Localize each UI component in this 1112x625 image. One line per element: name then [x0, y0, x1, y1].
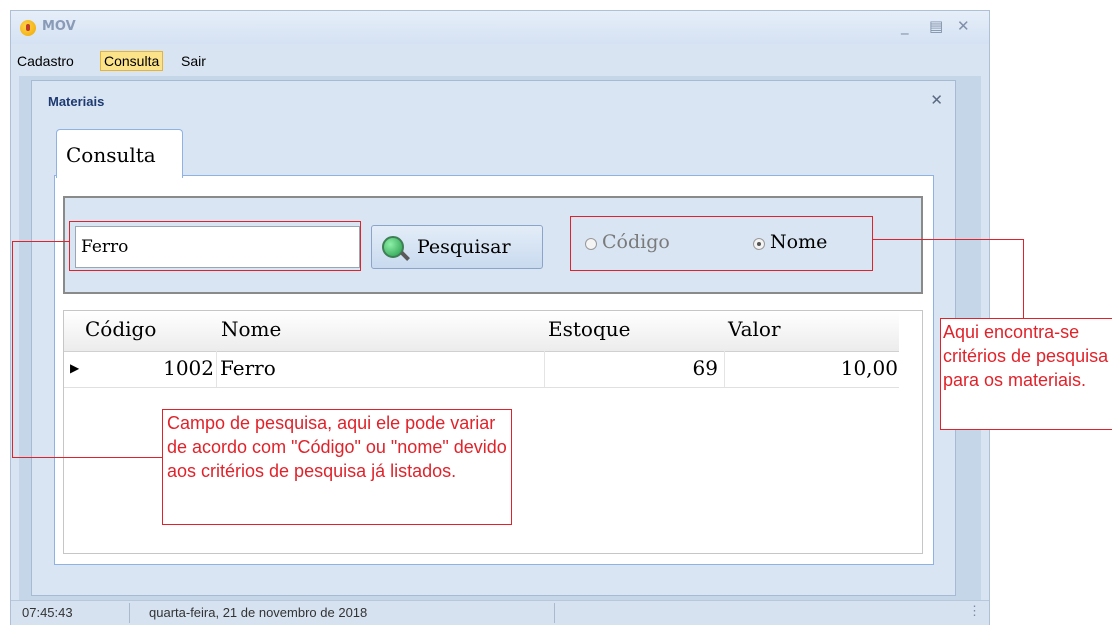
grid-divider [724, 351, 725, 387]
col-header-nome[interactable]: Nome [221, 317, 281, 341]
annotation-connector [873, 239, 1024, 240]
cell-estoque[interactable]: 69 [548, 356, 718, 380]
menu-sair[interactable]: Sair [178, 51, 209, 71]
annotation-highlight-search [69, 221, 361, 271]
search-button-label: Pesquisar [417, 236, 511, 258]
app-title: MOV [42, 19, 76, 34]
col-header-codigo[interactable]: Código [85, 317, 156, 341]
row-selector-icon: ▶ [70, 361, 80, 375]
menu-cadastro[interactable]: Cadastro [14, 51, 77, 71]
minimize-icon[interactable]: _ [901, 17, 909, 35]
annotation-criteria: Aqui encontra-se critérios de pesquisa p… [940, 318, 1112, 430]
maximize-icon[interactable]: ▤ [929, 17, 943, 35]
status-time: 07:45:43 [22, 605, 73, 620]
app-icon [20, 20, 36, 36]
cell-nome[interactable]: Ferro [220, 356, 276, 380]
annotation-highlight-criteria [570, 216, 873, 271]
annotation-connector [12, 241, 13, 458]
grid-divider [216, 351, 217, 387]
status-bar: 07:45:43 quarta-feira, 21 de novembro de… [11, 600, 989, 625]
annotation-connector [12, 241, 69, 242]
search-button[interactable]: Pesquisar [371, 225, 543, 269]
child-close-icon[interactable]: ✕ [930, 91, 943, 109]
grid-divider [544, 351, 545, 387]
resize-grip-icon[interactable]: ⋮ [968, 603, 981, 619]
tab-consulta-label: Consulta [66, 143, 156, 167]
status-separator [129, 603, 130, 623]
grid-header: Código Nome Estoque Valor [64, 311, 899, 352]
tab-consulta[interactable]: Consulta [56, 129, 183, 178]
menu-bar: Cadastro Consulta Sair [11, 50, 989, 72]
annotation-connector [12, 457, 162, 458]
cell-valor[interactable]: 10,00 [728, 356, 898, 380]
status-date: quarta-feira, 21 de novembro de 2018 [149, 605, 368, 620]
col-header-valor[interactable]: Valor [728, 317, 781, 341]
col-header-estoque[interactable]: Estoque [548, 317, 630, 341]
title-bar: MOV _ ▤ ✕ [11, 11, 989, 44]
search-icon [382, 236, 404, 258]
close-icon[interactable]: ✕ [957, 17, 970, 35]
main-window: MOV _ ▤ ✕ Cadastro Consulta Sair Materia… [10, 10, 990, 625]
table-row[interactable]: ▶ 1002 Ferro 69 10,00 [64, 351, 899, 388]
annotation-connector [1023, 239, 1024, 319]
menu-consulta[interactable]: Consulta [100, 51, 164, 71]
cell-codigo[interactable]: 1002 [84, 356, 214, 380]
materiais-window-title: Materiais [48, 94, 105, 109]
status-separator [554, 603, 555, 623]
annotation-search-field: Campo de pesquisa, aqui ele pode variar … [162, 409, 512, 525]
